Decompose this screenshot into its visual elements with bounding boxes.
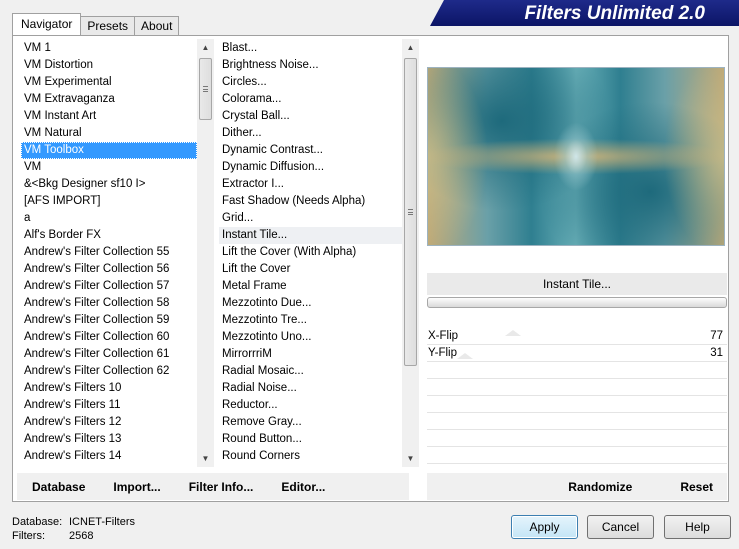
filter-item[interactable]: Dither... — [219, 125, 402, 142]
filter-list[interactable]: Blast... Brightness Noise... Circles... Col… — [219, 40, 402, 466]
category-item[interactable]: VM — [21, 159, 197, 176]
category-item[interactable]: a — [21, 210, 197, 227]
category-item[interactable]: Andrew's Filters 12 — [21, 414, 197, 431]
param-empty-row — [427, 413, 727, 430]
filter-item[interactable]: Round Button... — [219, 431, 402, 448]
scroll-up-icon[interactable]: ▲ — [402, 39, 419, 56]
help-button[interactable]: Help — [664, 515, 731, 539]
tab-strip: Navigator Presets About — [12, 13, 180, 35]
filter-item[interactable]: Circles... — [219, 74, 402, 91]
filter-item[interactable]: Crystal Ball... — [219, 108, 402, 125]
filters-count-value: 2568 — [69, 530, 94, 542]
tab-presets[interactable]: Presets — [80, 16, 136, 35]
category-item[interactable]: Andrew's Filters 13 — [21, 431, 197, 448]
category-list[interactable]: VM 1 VM Distortion VM Experimental VM Extra… — [21, 40, 197, 466]
filter-item[interactable]: Radial Noise... — [219, 380, 402, 397]
category-item[interactable]: Andrew's Filters 10 — [21, 380, 197, 397]
category-item[interactable]: VM Distortion — [21, 57, 197, 74]
filter-scrollbar[interactable]: ▲ ▼ — [402, 39, 419, 467]
filter-item[interactable]: Instant Tile... — [219, 227, 402, 244]
filter-item[interactable]: Brightness Noise... — [219, 57, 402, 74]
category-item[interactable]: VM Natural — [21, 125, 197, 142]
category-item[interactable]: Andrew's Filter Collection 56 — [21, 261, 197, 278]
param-empty-row — [427, 447, 727, 464]
cancel-button[interactable]: Cancel — [587, 515, 654, 539]
param-value[interactable]: 31 — [710, 345, 723, 362]
category-item[interactable]: Andrew's Filter Collection 61 — [21, 346, 197, 363]
category-item[interactable]: VM Extravaganza — [21, 91, 197, 108]
category-item[interactable]: Andrew's Filter Collection 58 — [21, 295, 197, 312]
preview-actions: Randomize Reset — [427, 473, 727, 500]
filter-item[interactable]: Dynamic Diffusion... — [219, 159, 402, 176]
database-value: ICNET-Filters — [69, 516, 135, 528]
status-info: Database: ICNET-Filters Filters: 2568 — [12, 515, 135, 543]
database-button[interactable]: Database — [17, 480, 99, 494]
navigator-panel: VM 1 VM Distortion VM Experimental VM Extra… — [12, 35, 729, 502]
filter-preview-image — [427, 67, 725, 246]
scroll-down-icon[interactable]: ▼ — [197, 450, 214, 467]
category-item[interactable]: Andrew's Filter Collection 59 — [21, 312, 197, 329]
param-value[interactable]: 77 — [710, 328, 723, 345]
category-item[interactable]: Andrew's Filter Collection 57 — [21, 278, 197, 295]
filters-count-label: Filters: — [12, 530, 45, 542]
filter-item[interactable]: Lift the Cover (With Alpha) — [219, 244, 402, 261]
filter-item[interactable]: Fast Shadow (Needs Alpha) — [219, 193, 402, 210]
parameter-list: X-Flip 77 Y-Flip 31 — [427, 328, 727, 464]
category-item[interactable]: Andrew's Filters 14 — [21, 448, 197, 465]
filter-item[interactable]: Mezzotinto Due... — [219, 295, 402, 312]
category-item[interactable]: [AFS IMPORT] — [21, 193, 197, 210]
database-label: Database: — [12, 516, 63, 528]
filter-item[interactable]: Mezzotinto Uno... — [219, 329, 402, 346]
category-item[interactable]: Andrew's Filter Collection 60 — [21, 329, 197, 346]
scroll-down-icon[interactable]: ▼ — [402, 450, 419, 467]
navigator-actions: Database Import... Filter Info... Editor… — [17, 473, 409, 500]
reset-button[interactable]: Reset — [666, 480, 727, 494]
param-x-flip[interactable]: X-Flip 77 — [427, 328, 727, 345]
filter-item[interactable]: Mezzotinto Tre... — [219, 312, 402, 329]
editor-button[interactable]: Editor... — [267, 480, 339, 494]
category-item[interactable]: VM Experimental — [21, 74, 197, 91]
selected-filter-name: Instant Tile... — [427, 273, 727, 295]
filter-item[interactable]: MirrorrriM — [219, 346, 402, 363]
category-item[interactable]: &<Bkg Designer sf10 I> — [21, 176, 197, 193]
app-title-banner: Filters Unlimited 2.0 — [430, 0, 739, 26]
category-item[interactable]: Andrew's Filters 11 — [21, 397, 197, 414]
param-empty-row — [427, 396, 727, 413]
filter-item[interactable]: Radial Mosaic... — [219, 363, 402, 380]
category-item[interactable]: VM Toolbox — [21, 142, 197, 159]
filter-info-button[interactable]: Filter Info... — [175, 480, 268, 494]
filter-item[interactable]: Grid... — [219, 210, 402, 227]
filter-item[interactable]: Remove Gray... — [219, 414, 402, 431]
filter-item[interactable]: Round Corners — [219, 448, 402, 465]
apply-button[interactable]: Apply — [511, 515, 578, 539]
param-label: Y-Flip — [428, 347, 457, 359]
param-empty-row — [427, 362, 727, 379]
randomize-button[interactable]: Randomize — [554, 480, 666, 494]
scroll-thumb[interactable] — [199, 58, 212, 120]
import-button[interactable]: Import... — [99, 480, 174, 494]
filter-item[interactable]: Dynamic Contrast... — [219, 142, 402, 159]
category-item[interactable]: Alf's Border FX — [21, 227, 197, 244]
tab-about[interactable]: About — [134, 16, 180, 35]
param-empty-row — [427, 430, 727, 447]
scroll-up-icon[interactable]: ▲ — [197, 39, 214, 56]
filter-item[interactable]: Blast... — [219, 40, 402, 57]
filter-item[interactable]: Extractor I... — [219, 176, 402, 193]
scroll-thumb[interactable] — [404, 58, 417, 366]
category-item[interactable]: VM Instant Art — [21, 108, 197, 125]
category-scrollbar[interactable]: ▲ ▼ — [197, 39, 214, 467]
progress-bar — [427, 297, 727, 308]
category-item[interactable]: Andrew's Filter Collection 62 — [21, 363, 197, 380]
tab-navigator[interactable]: Navigator — [12, 13, 82, 35]
param-label: X-Flip — [428, 330, 459, 342]
category-item[interactable]: Andrew's Filter Collection 55 — [21, 244, 197, 261]
param-y-flip[interactable]: Y-Flip 31 — [427, 345, 727, 362]
filter-item[interactable]: Metal Frame — [219, 278, 402, 295]
filter-item[interactable]: Reductor... — [219, 397, 402, 414]
category-item[interactable]: VM 1 — [21, 40, 197, 57]
param-empty-row — [427, 379, 727, 396]
filter-item[interactable]: Colorama... — [219, 91, 402, 108]
filter-item[interactable]: Lift the Cover — [219, 261, 402, 278]
